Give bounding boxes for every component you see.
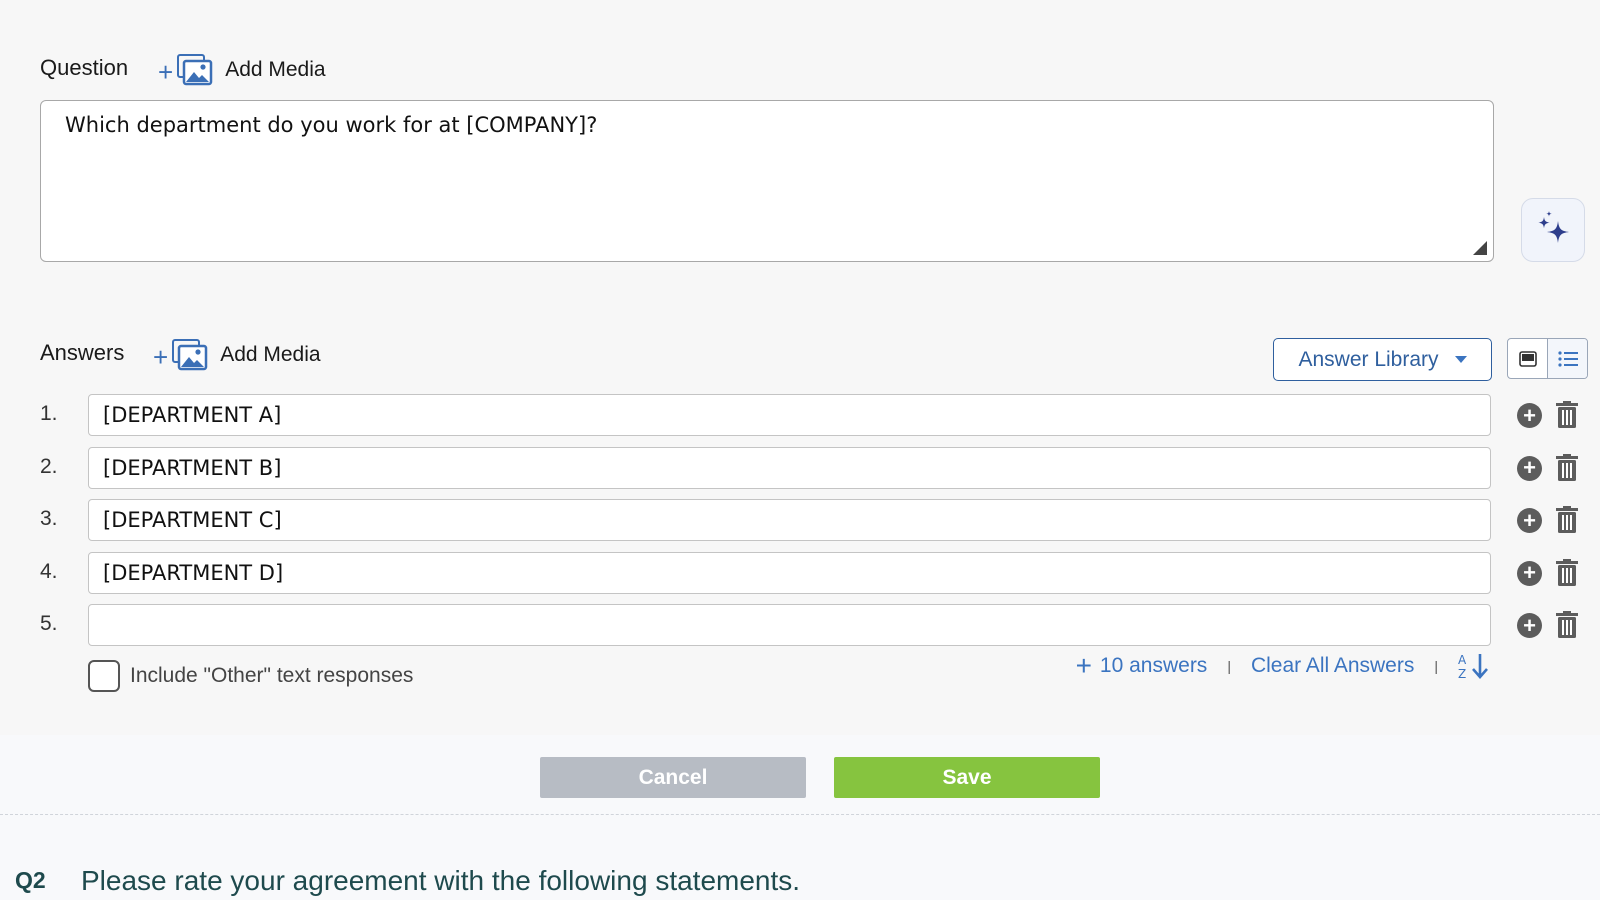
- answer-value: [DEPARTMENT A]: [103, 403, 282, 427]
- add-answer-button[interactable]: +: [1517, 560, 1542, 586]
- cancel-button[interactable]: Cancel: [540, 757, 806, 798]
- list-view-button[interactable]: [1547, 339, 1587, 378]
- next-question-text[interactable]: Please rate your agreement with the foll…: [81, 865, 800, 897]
- answer-library-dropdown[interactable]: Answer Library: [1273, 338, 1492, 381]
- answer-row: 2. [DEPARTMENT B] +: [0, 446, 1600, 489]
- question-editor: Question + Add Media Which department do…: [0, 0, 1600, 735]
- plus-circle-icon: +: [1523, 560, 1536, 585]
- answers-heading: Answers: [40, 340, 125, 365]
- answer-row: 3. [DEPARTMENT C] +: [0, 499, 1600, 541]
- include-other-option[interactable]: Include "Other" text responses: [88, 660, 413, 692]
- card-view-button[interactable]: [1508, 339, 1547, 378]
- question-add-media-button[interactable]: + Add Media: [158, 54, 326, 86]
- answer-tools: + 10 answers | Clear All Answers | A Z: [1076, 652, 1492, 680]
- answer-number: 5.: [40, 612, 58, 635]
- trash-icon[interactable]: [1555, 506, 1579, 534]
- question-heading: Question: [40, 55, 129, 80]
- plus-circle-icon: +: [1523, 455, 1536, 480]
- answer-input[interactable]: [DEPARTMENT B]: [88, 446, 1491, 489]
- image-gallery-icon: [172, 339, 208, 371]
- trash-icon[interactable]: [1555, 558, 1579, 587]
- answer-row: 1. [DEPARTMENT A] +: [0, 394, 1600, 436]
- answer-value: [DEPARTMENT D]: [103, 560, 284, 585]
- next-question-number: Q2: [15, 867, 46, 893]
- answer-library-label: Answer Library: [1298, 347, 1439, 371]
- plus-icon[interactable]: +: [1076, 652, 1092, 680]
- card-view-icon: [1518, 350, 1537, 367]
- clear-all-answers-link[interactable]: Clear All Answers: [1251, 654, 1414, 678]
- answer-view-toggle: [1507, 338, 1588, 379]
- answer-row: 5. +: [0, 604, 1600, 646]
- answer-number: 1.: [40, 402, 58, 425]
- add-ten-answers-link[interactable]: 10 answers: [1100, 654, 1207, 678]
- svg-text:Z: Z: [1458, 667, 1466, 680]
- separator: |: [1227, 658, 1231, 674]
- answer-input[interactable]: [DEPARTMENT A]: [88, 394, 1491, 436]
- plus-icon: +: [153, 342, 169, 372]
- add-answer-button[interactable]: +: [1517, 403, 1542, 428]
- answers-add-media-button[interactable]: + Add Media: [153, 339, 321, 371]
- add-answer-button[interactable]: +: [1517, 613, 1542, 638]
- sort-alpha-icon[interactable]: A Z: [1458, 652, 1492, 680]
- plus-circle-icon: +: [1523, 612, 1536, 638]
- question-divider: [0, 814, 1600, 815]
- trash-icon[interactable]: [1555, 611, 1579, 639]
- answer-value: [DEPARTMENT C]: [103, 508, 282, 532]
- save-button[interactable]: Save: [834, 757, 1100, 798]
- image-gallery-icon: [177, 54, 213, 86]
- plus-circle-icon: +: [1523, 402, 1536, 428]
- add-media-label: Add Media: [220, 343, 321, 366]
- include-other-checkbox[interactable]: [88, 660, 120, 692]
- add-answer-button[interactable]: +: [1517, 508, 1542, 533]
- list-view-icon: [1557, 350, 1578, 367]
- sparkle-icon: [1538, 211, 1569, 243]
- answer-number: 2.: [40, 454, 58, 478]
- plus-icon: +: [158, 57, 174, 87]
- add-media-label: Add Media: [225, 58, 326, 81]
- resize-handle[interactable]: [1473, 241, 1487, 255]
- caret-down-icon: [1454, 356, 1467, 363]
- question-text: Which department do you work for at [COM…: [65, 113, 598, 137]
- plus-circle-icon: +: [1523, 507, 1536, 533]
- svg-text:A: A: [1458, 653, 1467, 667]
- ai-assist-button[interactable]: [1521, 198, 1585, 262]
- trash-icon[interactable]: [1555, 453, 1579, 482]
- answer-input[interactable]: [88, 604, 1491, 646]
- answer-number: 3.: [40, 507, 58, 530]
- trash-icon[interactable]: [1555, 401, 1579, 429]
- include-other-label: Include "Other" text responses: [130, 664, 414, 687]
- answer-row: 4. [DEPARTMENT D] +: [0, 551, 1600, 594]
- answer-value: [DEPARTMENT B]: [103, 455, 282, 480]
- add-answer-button[interactable]: +: [1517, 455, 1542, 481]
- answer-input[interactable]: [DEPARTMENT C]: [88, 499, 1491, 541]
- question-textarea[interactable]: Which department do you work for at [COM…: [40, 100, 1494, 262]
- answer-input[interactable]: [DEPARTMENT D]: [88, 551, 1491, 594]
- separator: |: [1434, 658, 1438, 674]
- answer-number: 4.: [40, 559, 58, 583]
